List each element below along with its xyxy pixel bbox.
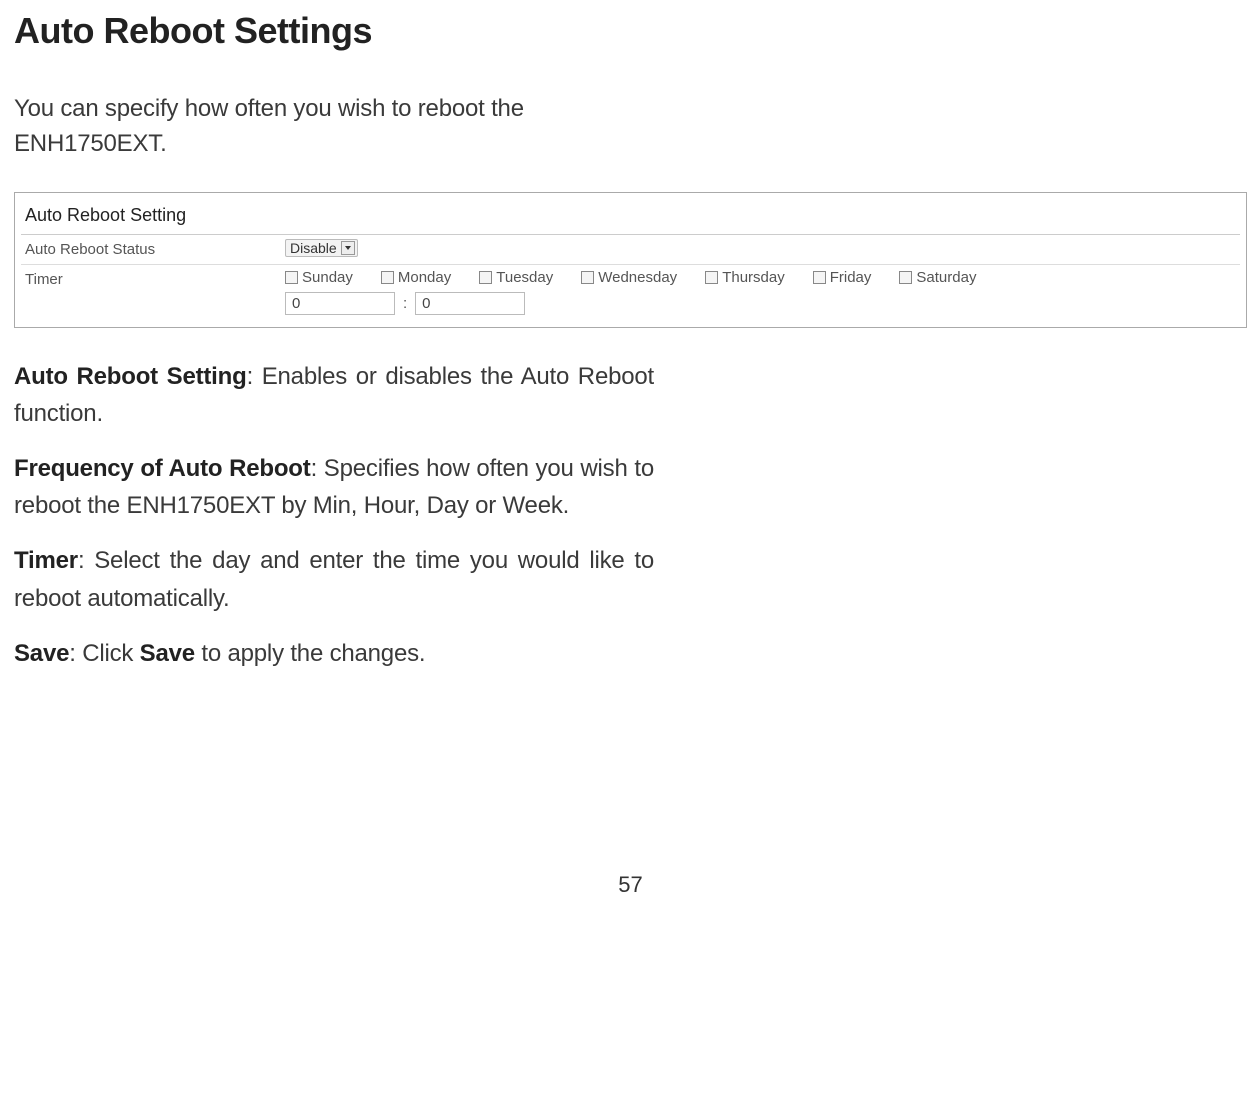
day-wednesday[interactable]: Wednesday [581, 269, 677, 286]
desc-frequency: Frequency of Auto Reboot: Specifies how … [14, 450, 654, 524]
term: Timer [14, 547, 78, 574]
day-sunday[interactable]: Sunday [285, 269, 353, 286]
settings-panel: Auto Reboot Setting Auto Reboot Status D… [14, 192, 1247, 328]
term: Auto Reboot Setting [14, 363, 247, 390]
checkbox-icon [899, 271, 912, 284]
page-number: 57 [14, 872, 1247, 898]
checkbox-icon [381, 271, 394, 284]
day-tuesday[interactable]: Tuesday [479, 269, 553, 286]
day-label: Thursday [722, 269, 785, 286]
day-label: Wednesday [598, 269, 677, 286]
day-label: Friday [830, 269, 872, 286]
page-title: Auto Reboot Settings [14, 10, 1247, 52]
label-auto-reboot-status: Auto Reboot Status [21, 235, 281, 264]
day-friday[interactable]: Friday [813, 269, 872, 286]
checkbox-icon [581, 271, 594, 284]
intro-line-2: ENH1750EXT. [14, 130, 167, 157]
row-timer: Timer Sunday Monday Tuesday [21, 265, 1240, 321]
desc-timer: Timer: Select the day and enter the time… [14, 542, 654, 616]
chevron-down-icon [341, 241, 355, 255]
day-label: Tuesday [496, 269, 553, 286]
definition-suffix: to apply the changes. [195, 640, 425, 667]
definition: : Select the day and enter the time you … [14, 547, 654, 611]
definition-prefix: : Click [69, 640, 139, 667]
desc-save: Save: Click Save to apply the changes. [14, 635, 654, 672]
auto-reboot-status-select[interactable]: Disable [285, 239, 358, 257]
label-timer: Timer [21, 265, 281, 294]
day-saturday[interactable]: Saturday [899, 269, 976, 286]
desc-auto-reboot-setting: Auto Reboot Setting: Enables or disables… [14, 358, 654, 432]
term: Save [14, 640, 69, 667]
time-hour-input[interactable]: 0 [285, 292, 395, 315]
time-separator: : [403, 295, 407, 312]
day-label: Monday [398, 269, 451, 286]
term: Frequency of Auto Reboot [14, 455, 311, 482]
select-value: Disable [290, 240, 337, 256]
checkbox-icon [705, 271, 718, 284]
checkbox-icon [285, 271, 298, 284]
day-thursday[interactable]: Thursday [705, 269, 785, 286]
panel-header: Auto Reboot Setting [21, 199, 1240, 235]
day-label: Saturday [916, 269, 976, 286]
row-auto-reboot-status: Auto Reboot Status Disable [21, 235, 1240, 265]
save-bold: Save [140, 640, 195, 667]
day-label: Sunday [302, 269, 353, 286]
timer-days: Sunday Monday Tuesday Wednesday [285, 269, 1236, 286]
timer-time: 0 : 0 [285, 292, 1236, 315]
intro-text: You can specify how often you wish to re… [14, 92, 634, 162]
time-minute-input[interactable]: 0 [415, 292, 525, 315]
checkbox-icon [479, 271, 492, 284]
day-monday[interactable]: Monday [381, 269, 451, 286]
checkbox-icon [813, 271, 826, 284]
intro-line-1: You can specify how often you wish to re… [14, 95, 524, 122]
